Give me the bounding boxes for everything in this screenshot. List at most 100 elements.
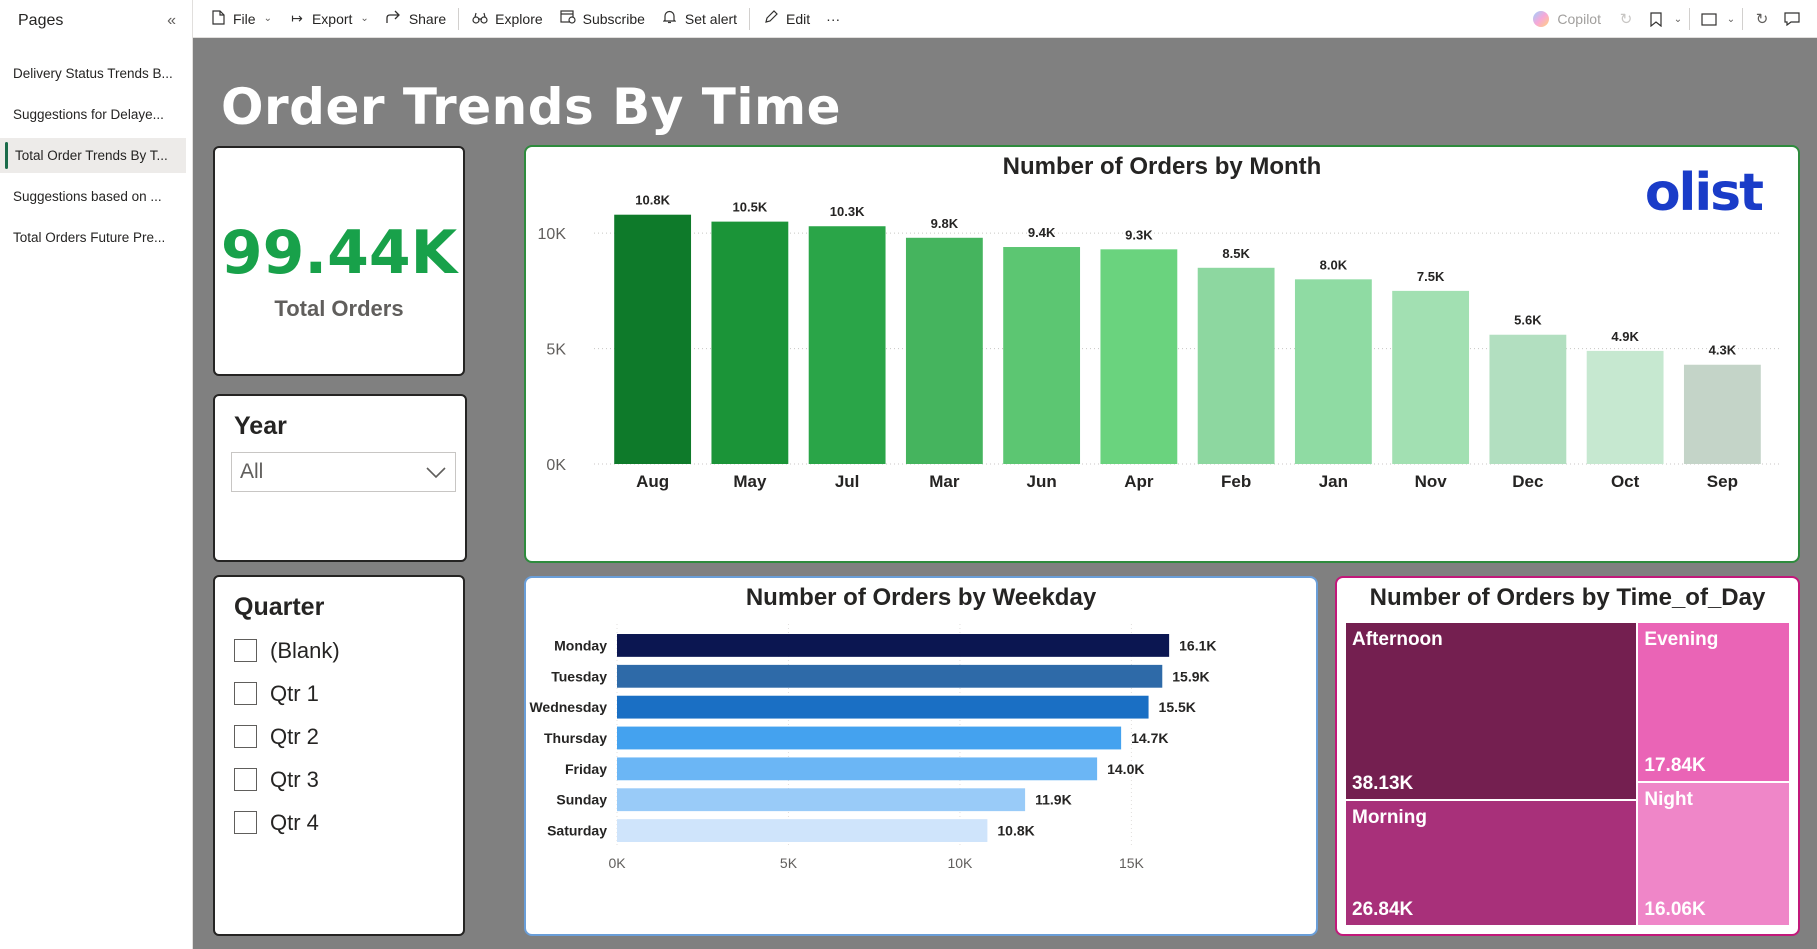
treemap-tile-value: 16.06K bbox=[1644, 898, 1706, 920]
collapse-pane-icon[interactable]: « bbox=[167, 12, 176, 30]
edit-button[interactable]: Edit bbox=[754, 4, 818, 34]
orders-by-time-of-day-treemap[interactable]: Number of Orders by Time_of_Day Afternoo… bbox=[1335, 576, 1800, 936]
month-x-label: Jun bbox=[1027, 472, 1057, 491]
treemap-tile-value: 17.84K bbox=[1644, 754, 1706, 776]
month-bar[interactable] bbox=[711, 221, 789, 464]
checkbox[interactable] bbox=[234, 768, 257, 791]
toolbar-divider bbox=[1689, 8, 1690, 30]
refresh-disabled-icon[interactable]: ↻ bbox=[1611, 4, 1641, 34]
treemap-tile-label: Night bbox=[1644, 788, 1693, 810]
page-tab-label: Suggestions for Delaye... bbox=[13, 107, 164, 122]
chevron-down-icon[interactable]: ⌄ bbox=[1724, 4, 1738, 34]
treemap-tile[interactable]: Evening 17.84K bbox=[1638, 623, 1789, 781]
copilot-button[interactable]: Copilot bbox=[1523, 11, 1611, 27]
month-bar[interactable] bbox=[1100, 249, 1178, 464]
quarter-option-qtr1[interactable]: Qtr 1 bbox=[234, 672, 340, 715]
subscribe-label: Subscribe bbox=[582, 10, 645, 27]
quarter-option-qtr3[interactable]: Qtr 3 bbox=[234, 758, 340, 801]
kpi-value: 99.44K bbox=[220, 218, 458, 288]
weekday-y-label: Sunday bbox=[556, 792, 607, 808]
total-orders-card[interactable]: 99.44K Total Orders bbox=[213, 146, 465, 376]
quarter-option-label: Qtr 4 bbox=[270, 809, 319, 835]
explore-button[interactable]: Explore bbox=[463, 4, 550, 34]
chevron-down-icon[interactable]: ⌄ bbox=[1671, 4, 1685, 34]
month-x-label: Feb bbox=[1221, 472, 1251, 491]
month-bar-data-label: 10.3K bbox=[830, 204, 865, 219]
treemap-tile[interactable]: Afternoon 38.13K bbox=[1346, 623, 1637, 800]
year-dropdown-value: All bbox=[240, 460, 264, 483]
bookmark-icon[interactable] bbox=[1641, 4, 1671, 34]
treemap-tile[interactable]: Morning 26.84K bbox=[1346, 801, 1637, 925]
orders-by-weekday-chart[interactable]: Number of Orders by Weekday 0K 5K 10K 15K Mo… bbox=[524, 576, 1318, 936]
checkbox[interactable] bbox=[234, 639, 257, 662]
weekday-bar[interactable] bbox=[617, 726, 1122, 750]
view-icon[interactable] bbox=[1694, 4, 1724, 34]
toolbar-right: Copilot ↻ ⌄ ⌄ ↻ bbox=[1523, 0, 1807, 38]
weekday-bar[interactable] bbox=[617, 634, 1170, 657]
subscribe-button[interactable]: Subscribe bbox=[551, 4, 653, 34]
share-button[interactable]: Share bbox=[377, 4, 454, 34]
month-bar-data-label: 4.3K bbox=[1709, 343, 1737, 358]
checkbox[interactable] bbox=[234, 811, 257, 834]
quarter-option-qtr4[interactable]: Qtr 4 bbox=[234, 801, 340, 844]
x-tick-label: 0K bbox=[608, 855, 626, 871]
weekday-bar-data-label: 11.9K bbox=[1035, 792, 1072, 808]
weekday-bar-data-label: 15.5K bbox=[1159, 699, 1196, 715]
weekday-bar[interactable] bbox=[617, 819, 988, 842]
month-chart-svg: 0K 5K 10K 10.8K Aug 10.5K May 10.3K Jul 9.8K Mar 9.… bbox=[538, 193, 1781, 491]
y-tick-label: 5K bbox=[546, 342, 566, 359]
quarter-option-label: (Blank) bbox=[270, 637, 340, 663]
quarter-option-qtr2[interactable]: Qtr 2 bbox=[234, 715, 340, 758]
month-bar[interactable] bbox=[1294, 279, 1372, 464]
weekday-bar-data-label: 10.8K bbox=[997, 823, 1034, 839]
kpi-label: Total Orders bbox=[274, 296, 404, 321]
report-title: Order Trends By Time bbox=[221, 78, 842, 136]
share-label: Share bbox=[408, 10, 447, 27]
month-x-label: Apr bbox=[1124, 472, 1154, 491]
page-tab-delivery-status[interactable]: Delivery Status Trends B... bbox=[0, 56, 186, 91]
weekday-bar[interactable] bbox=[617, 695, 1149, 719]
checkbox[interactable] bbox=[234, 725, 257, 748]
weekday-chart-svg: 0K 5K 10K 15K Monday 16.1K Tuesday 15.9K Wednesd… bbox=[529, 624, 1216, 871]
month-bar[interactable] bbox=[808, 226, 886, 464]
report-canvas: Order Trends By Time 99.44K Total Orders… bbox=[193, 38, 1817, 949]
pages-header: Pages « bbox=[0, 0, 192, 42]
page-tab-suggestions-based[interactable]: Suggestions based on ... bbox=[0, 179, 186, 214]
file-menu-button[interactable]: File ⌄ bbox=[201, 4, 280, 34]
month-bar[interactable] bbox=[614, 214, 692, 464]
weekday-bar[interactable] bbox=[617, 757, 1098, 781]
weekday-bar-data-label: 15.9K bbox=[1172, 668, 1209, 684]
orders-by-month-chart[interactable]: Number of Orders by Month olist 0K 5K 10K 1… bbox=[524, 145, 1800, 563]
month-bar[interactable] bbox=[1489, 334, 1567, 464]
month-bar[interactable] bbox=[1683, 364, 1761, 464]
page-tab-label: Total Orders Future Pre... bbox=[13, 230, 166, 245]
month-bar[interactable] bbox=[1197, 267, 1275, 464]
report-toolbar: File ⌄ ↦ Export ⌄ Share Explore Subscrib… bbox=[193, 0, 1817, 38]
weekday-bar[interactable] bbox=[617, 788, 1026, 812]
refresh-icon[interactable]: ↻ bbox=[1747, 4, 1777, 34]
month-bar[interactable] bbox=[905, 237, 983, 464]
treemap-tile[interactable]: Night 16.06K bbox=[1638, 782, 1789, 925]
weekday-y-label: Monday bbox=[554, 637, 607, 653]
month-bar[interactable] bbox=[1586, 350, 1664, 464]
share-icon bbox=[385, 10, 403, 27]
page-tab-suggestions-delayed[interactable]: Suggestions for Delaye... bbox=[0, 97, 186, 132]
toolbar-divider bbox=[1742, 8, 1743, 30]
month-bar-data-label: 7.5K bbox=[1417, 269, 1445, 284]
page-tab-total-order-trends[interactable]: Total Order Trends By T... bbox=[0, 138, 186, 173]
month-bar[interactable] bbox=[1003, 247, 1081, 464]
month-bar[interactable] bbox=[1392, 290, 1470, 464]
set-alert-button[interactable]: Set alert bbox=[653, 4, 745, 34]
page-tab-future-prediction[interactable]: Total Orders Future Pre... bbox=[0, 220, 186, 255]
checkbox[interactable] bbox=[234, 682, 257, 705]
explore-label: Explore bbox=[495, 10, 543, 27]
more-options-button[interactable]: ··· bbox=[818, 4, 848, 34]
weekday-bar[interactable] bbox=[617, 664, 1163, 688]
year-slicer-title: Year bbox=[234, 412, 287, 440]
month-x-label: Oct bbox=[1611, 472, 1640, 491]
comment-icon[interactable] bbox=[1777, 4, 1807, 34]
export-menu-button[interactable]: ↦ Export ⌄ bbox=[280, 4, 377, 34]
chevron-down-icon bbox=[426, 467, 446, 479]
quarter-option-blank[interactable]: (Blank) bbox=[234, 629, 340, 672]
year-dropdown[interactable]: All bbox=[231, 452, 456, 492]
